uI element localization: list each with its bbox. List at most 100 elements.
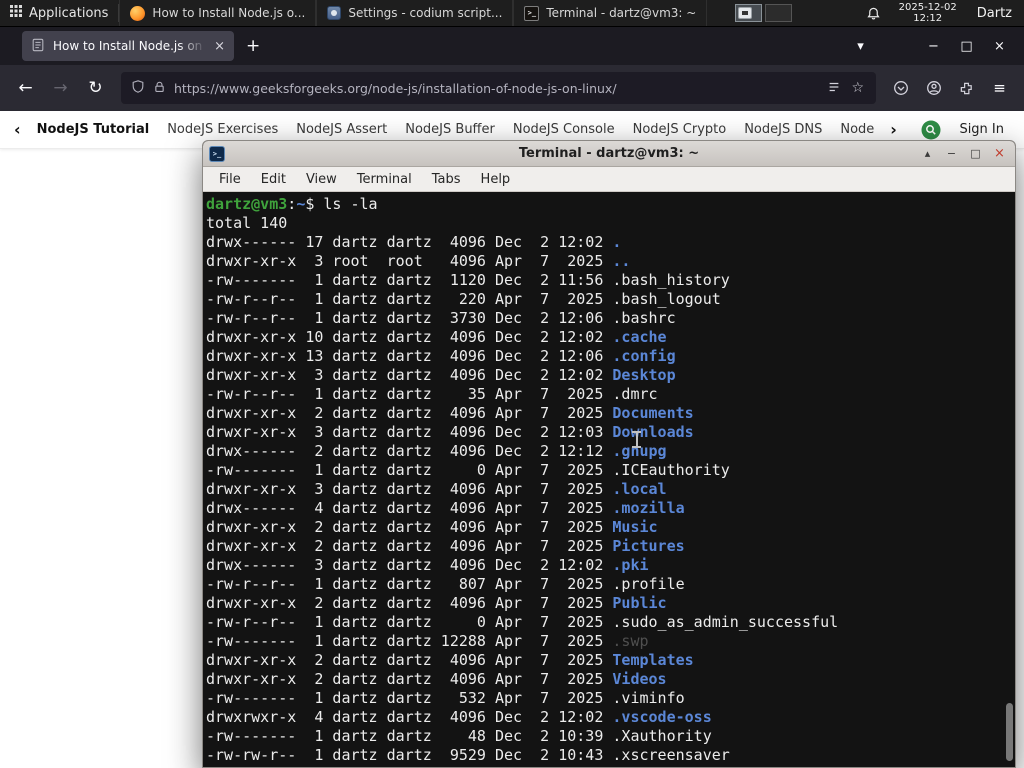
chevron-right-icon[interactable]: › <box>890 120 897 139</box>
file-name: .bashrc <box>612 309 676 327</box>
taskbar: How to Install Node.js o... Settings - co… <box>119 0 708 26</box>
tracking-shield-icon[interactable] <box>131 79 145 98</box>
firefox-icon <box>130 5 146 21</box>
taskbar-button-settings[interactable]: Settings - codium script... <box>316 0 514 26</box>
taskbar-button-terminal[interactable]: >_ Terminal - dartz@vm3: ~ <box>513 0 708 26</box>
terminal-output-line: drwxr-xr-x 2 dartz dartz 4096 Apr 7 2025… <box>206 594 1015 613</box>
page-nav-link[interactable]: NodeJS Buffer <box>405 122 495 137</box>
url-bar[interactable]: https://www.geeksforgeeks.org/node-js/in… <box>121 72 876 104</box>
listing-pre: drwx------ 4 dartz dartz 4096 Apr 7 2025 <box>206 499 613 517</box>
terminal-output-line: drwx------ 2 dartz dartz 4096 Dec 2 12:1… <box>206 442 1015 461</box>
user-menu[interactable]: Dartz <box>965 0 1024 26</box>
terminal-menu-file[interactable]: File <box>209 172 251 187</box>
file-name: .local <box>612 480 667 498</box>
pocket-icon[interactable] <box>884 72 917 104</box>
listing-pre: drwxr-xr-x 2 dartz dartz 4096 Apr 7 2025 <box>206 670 613 688</box>
workspace-switcher[interactable] <box>735 0 793 26</box>
terminal-output-line: drwxrwxr-x 4 dartz dartz 4096 Dec 2 12:0… <box>206 708 1015 727</box>
terminal-menu-help[interactable]: Help <box>471 172 521 187</box>
file-name: .viminfo <box>612 689 685 707</box>
page-nav-link[interactable]: NodeJS Assert <box>296 122 387 137</box>
terminal-output: dartz@vm3:~$ ls -la total 140 drwx------ … <box>206 195 1015 765</box>
tab-close-icon[interactable]: × <box>214 39 225 54</box>
browser-tab[interactable]: How to Install Node.js on × <box>22 31 234 61</box>
list-tabs-icon[interactable]: ▾ <box>844 39 877 54</box>
terminal-output-line: drwxr-xr-x 2 dartz dartz 4096 Apr 7 2025… <box>206 670 1015 689</box>
new-tab-button[interactable]: + <box>234 36 272 56</box>
workspace-2[interactable] <box>765 4 793 22</box>
page-nav-link[interactable]: NodeJS Crypto <box>633 122 727 137</box>
applications-menu[interactable]: Applications <box>0 0 118 26</box>
sign-in-button[interactable]: Sign In <box>957 122 1010 137</box>
terminal-output-line: -rw-r--r-- 1 dartz dartz 807 Apr 7 2025 … <box>206 575 1015 594</box>
terminal-output-line: -rw-r--r-- 1 dartz dartz 220 Apr 7 2025 … <box>206 290 1015 309</box>
mouse-cursor <box>632 431 641 448</box>
page-nav-link[interactable]: Node <box>840 122 874 137</box>
search-icon[interactable] <box>921 120 941 140</box>
listing-pre: -rw-r--r-- 1 dartz dartz 220 Apr 7 2025 <box>206 290 613 308</box>
terminal-menu-tabs[interactable]: Tabs <box>422 172 471 187</box>
cursor-stem <box>635 433 638 446</box>
terminal-scrollbar-thumb[interactable] <box>1006 703 1013 761</box>
terminal-maximize-icon[interactable]: □ <box>966 145 985 163</box>
lock-icon[interactable] <box>153 79 166 98</box>
listing-pre: drwxr-xr-x 3 dartz dartz 4096 Apr 7 2025 <box>206 480 613 498</box>
listing-pre: drwxr-xr-x 2 dartz dartz 4096 Apr 7 2025 <box>206 518 613 536</box>
terminal-menu-terminal[interactable]: Terminal <box>347 172 422 187</box>
prompt-separator: : <box>287 195 297 213</box>
terminal-body[interactable]: dartz@vm3:~$ ls -la total 140 drwx------ … <box>203 192 1015 767</box>
page-nav-link[interactable]: NodeJS Console <box>513 122 615 137</box>
back-button[interactable]: ← <box>8 78 43 98</box>
clock-date: 2025-12-02 <box>898 2 957 13</box>
reader-view-icon[interactable] <box>827 79 841 98</box>
menu-hamburger-icon[interactable]: ≡ <box>983 72 1016 104</box>
applications-label: Applications <box>29 5 109 21</box>
listing-pre: drwxr-xr-x 3 dartz dartz 4096 Dec 2 12:0… <box>206 366 613 384</box>
page-nav-link[interactable]: NodeJS Exercises <box>167 122 278 137</box>
file-name: Documents <box>612 404 694 422</box>
listing-pre: -rw------- 1 dartz dartz 0 Apr 7 2025 <box>206 461 613 479</box>
file-name: .vscode-oss <box>612 708 712 726</box>
terminal-output-line: drwxr-xr-x 2 dartz dartz 4096 Apr 7 2025… <box>206 518 1015 537</box>
terminal-window: >_ Terminal - dartz@vm3: ~ ▴ − □ × File Edit… <box>202 140 1016 768</box>
listing-pre: -rw------- 1 dartz dartz 532 Apr 7 2025 <box>206 689 613 707</box>
terminal-menu-edit[interactable]: Edit <box>251 172 296 187</box>
desktop: Applications How to Install Node.js o...… <box>0 0 1024 768</box>
page-nav-link[interactable]: NodeJS Tutorial <box>37 122 150 137</box>
terminal-menu-view[interactable]: View <box>296 172 347 187</box>
workspace-1[interactable] <box>735 4 763 22</box>
bookmark-star-icon[interactable]: ☆ <box>849 80 866 96</box>
terminal-title: Terminal - dartz@vm3: ~ <box>518 146 700 161</box>
clock[interactable]: 2025-12-02 12:12 <box>891 0 965 26</box>
extensions-icon[interactable] <box>950 72 983 104</box>
terminal-output-line: -rw------- 1 dartz dartz 48 Dec 2 10:39 … <box>206 727 1015 746</box>
terminal-output-line: drwxr-xr-x 2 dartz dartz 4096 Apr 7 2025… <box>206 404 1015 423</box>
taskbar-button-firefox[interactable]: How to Install Node.js o... <box>119 0 317 26</box>
listing-pre: drwxr-xr-x 13 dartz dartz 4096 Dec 2 12:… <box>206 347 613 365</box>
file-name: Desktop <box>612 366 676 384</box>
terminal-titlebar[interactable]: >_ Terminal - dartz@vm3: ~ ▴ − □ × <box>203 141 1015 167</box>
window-maximize-icon[interactable]: □ <box>950 39 983 54</box>
url-text[interactable]: https://www.geeksforgeeks.org/node-js/in… <box>174 81 819 96</box>
terminal-shade-icon[interactable]: ▴ <box>918 145 937 163</box>
reload-button[interactable]: ↻ <box>78 78 113 98</box>
file-name: .dmrc <box>612 385 658 403</box>
terminal-output-line: drwxr-xr-x 3 dartz dartz 4096 Dec 2 12:0… <box>206 423 1015 442</box>
terminal-close-icon[interactable]: × <box>990 145 1009 163</box>
listing-pre: -rw------- 1 dartz dartz 12288 Apr 7 202… <box>206 632 613 650</box>
chevron-left-icon[interactable]: ‹ <box>14 120 21 139</box>
window-close-icon[interactable]: × <box>983 39 1016 54</box>
terminal-menubar: File Edit View Terminal Tabs Help <box>203 167 1015 192</box>
window-controls: ▾ − □ × <box>844 39 1016 54</box>
file-name: .cache <box>612 328 667 346</box>
page-nav-link[interactable]: NodeJS DNS <box>744 122 822 137</box>
forward-button[interactable]: → <box>43 78 78 98</box>
applications-grid-icon <box>10 5 22 21</box>
listing-pre: -rw-r--r-- 1 dartz dartz 0 Apr 7 2025 <box>206 613 613 631</box>
listing-pre: -rw-r--r-- 1 dartz dartz 35 Apr 7 2025 <box>206 385 613 403</box>
window-minimize-icon[interactable]: − <box>917 39 950 54</box>
cursor-serif-bottom <box>632 446 641 448</box>
notifications-bell-icon[interactable] <box>856 0 891 26</box>
terminal-minimize-icon[interactable]: − <box>942 145 961 163</box>
account-icon[interactable] <box>917 72 950 104</box>
